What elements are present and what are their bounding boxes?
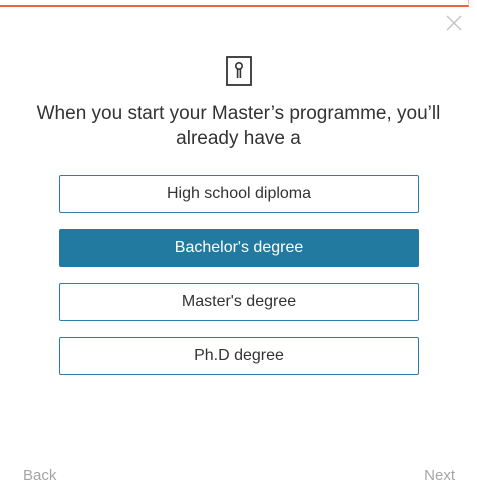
progress-bar [0, 0, 469, 7]
option-phd-degree[interactable]: Ph.D degree [59, 337, 419, 375]
next-button[interactable]: Next [424, 466, 455, 486]
close-icon[interactable] [443, 12, 465, 34]
option-masters-degree[interactable]: Master's degree [59, 283, 419, 321]
degree-question-dialog: When you start your Master’s programme, … [0, 0, 477, 498]
back-button[interactable]: Back [23, 466, 56, 486]
option-high-school-diploma[interactable]: High school diploma [59, 175, 419, 213]
question-heading: When you start your Master’s programme, … [36, 103, 441, 149]
option-bachelors-degree[interactable]: Bachelor's degree [59, 229, 419, 267]
diploma-icon [225, 55, 253, 87]
